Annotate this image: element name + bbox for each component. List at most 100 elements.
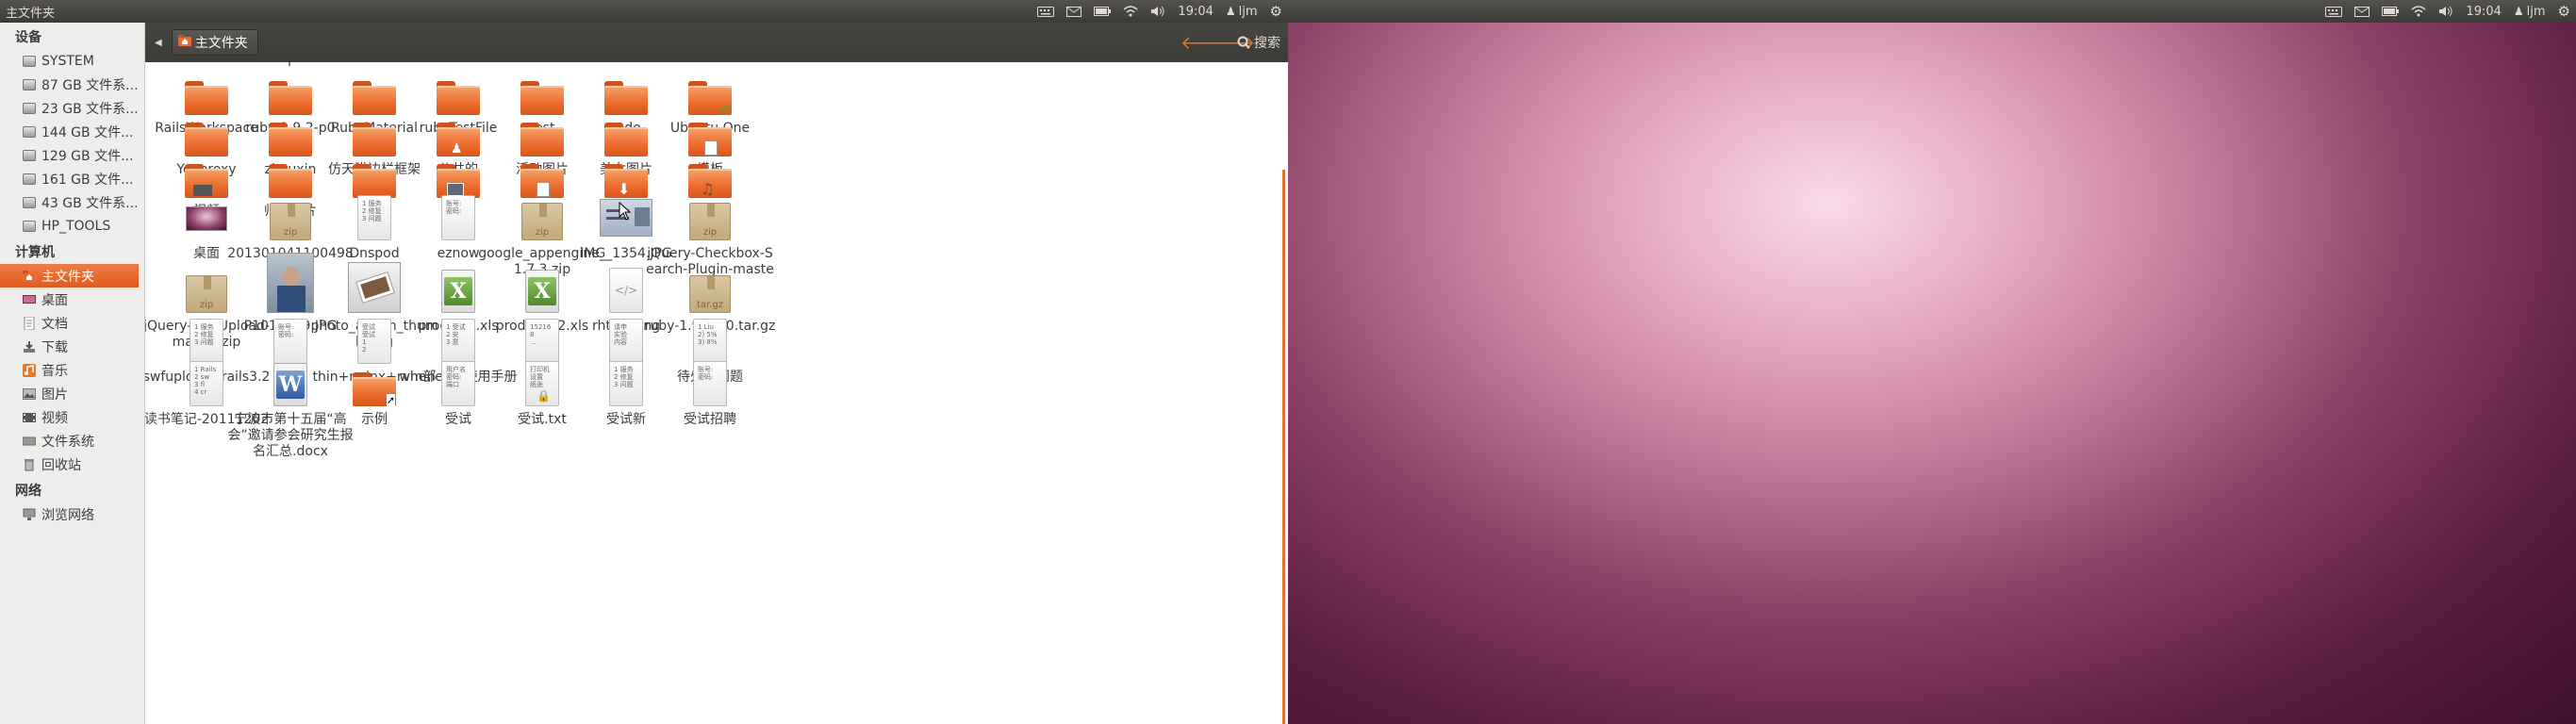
sidebar-item[interactable]: 图片 [0,382,144,405]
gear-icon[interactable]: ⚙ [2558,0,2570,23]
sidebar-item-label: HP_TOOLS [41,218,111,234]
clock-text[interactable]: 19:04 [1178,0,1213,23]
search-icon [1237,36,1250,49]
archive-type-label: zip [702,227,718,238]
breadcrumb-home[interactable]: 主文件夹 [171,29,258,56]
sidebar-item-label: 文档 [41,316,68,332]
music-icon [23,363,36,377]
sidebar-item[interactable]: 129 GB 文件... [0,143,144,167]
arrow-right-icon[interactable]: 🡒 [1207,32,1255,54]
filesystem-icon [22,435,37,448]
sidebar-item[interactable]: 回收站 [0,452,144,476]
user-menu[interactable]: ♟ ljm [2514,0,2546,23]
sidebar-item-label: 23 GB 文件系... [41,101,139,117]
file-view[interactable]: imgjQuery-Checkbox-Search-Plugin-masterj… [145,62,1288,724]
home-folder-icon [177,35,191,50]
sidebar-item-label: 43 GB 文件系... [41,195,139,211]
desktop-icon [23,293,36,306]
trash-icon [23,458,36,471]
drive-icon [23,149,36,162]
top-panel-right: 19:04 ♟ ljm ⚙ [1288,0,2576,23]
sidebar-item[interactable]: 桌面 [0,288,144,311]
sidebar-item-label: 回收站 [41,457,81,473]
file-manager-toolbar: ◀ 主文件夹 🡐 🡒 搜索 [145,23,1288,62]
documents-icon [23,316,36,330]
sidebar-item-label: 桌面 [41,292,68,308]
archive-icon: tar.gz [684,264,736,317]
drive-icon [23,102,36,115]
document-icon: 账号: 密码: [684,357,736,410]
mouse-cursor-icon [619,202,632,221]
battery-icon[interactable] [2382,0,2400,23]
window-title: 主文件夹 [6,6,56,21]
sidebar-header-devices: 设备 [15,30,41,45]
sidebar-header-computer: 计算机 [15,245,55,260]
sidebar-item[interactable]: HP_TOOLS [0,214,144,238]
wifi-icon[interactable] [1123,0,1138,23]
battery-icon[interactable] [1094,0,1112,23]
pictures-icon [23,387,36,401]
sidebar-item-label: 视频 [41,410,68,426]
arrow-left-icon[interactable]: 🡐 [1181,32,1229,54]
clock-text[interactable]: 19:04 [2466,0,2501,23]
drive-icon [23,125,36,139]
file-item[interactable]: 账号: 密码: 受试招聘 [639,357,781,428]
file-name: 受试招聘 [684,412,736,427]
sidebar-item[interactable]: 144 GB 文件... [0,120,144,143]
sidebar-item-label: SYSTEM [41,53,94,69]
sidebar-item[interactable]: 文件系统 [0,429,144,452]
mail-icon[interactable] [1066,0,1082,23]
volume-icon[interactable] [2438,0,2453,23]
toolbar-toggle-icon[interactable]: ◀ [155,38,162,48]
volume-icon[interactable] [1150,0,1165,23]
gear-icon[interactable]: ⚙ [1270,0,1282,23]
indicators-right: 19:04 ♟ ljm ⚙ [2313,0,2576,23]
drive-icon [23,196,36,209]
left-monitor: 主文件夹 19:04 ♟ ljm ⚙ ◀ 主文件夹 🡐 🡒 搜索 设备 SYST… [0,0,1288,724]
search-button[interactable]: 搜索 [1237,33,1280,52]
drive-icon [23,55,36,68]
keyboard-icon[interactable] [2325,0,2343,23]
mail-icon[interactable] [2354,0,2370,23]
home-folder-icon [23,270,36,283]
sidebar-item[interactable]: 主文件夹 [0,264,139,288]
breadcrumb-label: 主文件夹 [194,36,248,51]
indicators-left: 19:04 ♟ ljm ⚙ [1025,0,1288,23]
archive-icon: zip [684,191,736,244]
sidebar-item[interactable]: 视频 [0,405,144,429]
user-icon: ♟ [1225,5,1236,18]
sidebar-item[interactable]: 下载 [0,335,144,358]
user-icon: ♟ [2513,5,2524,18]
sidebar-item-label: 87 GB 文件系... [41,77,139,93]
drive-icon [23,220,36,233]
drive-icon [23,78,36,91]
drive-icon [23,173,36,186]
sidebar-item[interactable]: 43 GB 文件系... [0,190,144,214]
places-sidebar: 设备 SYSTEM 87 GB 文件系... 23 GB 文件系... 144 GB … [0,23,145,724]
search-label: 搜索 [1254,36,1280,51]
sidebar-item[interactable]: SYSTEM [0,49,144,73]
sidebar-item-label: 浏览网络 [41,507,94,523]
sidebar-item[interactable]: 音乐 [0,358,144,382]
sidebar-item-label: 图片 [41,387,68,403]
user-name: ljm [1238,4,1258,19]
sidebar-item[interactable]: 23 GB 文件系... [0,96,144,120]
desktop-screen: 主文件夹 19:04 ♟ ljm ⚙ ◀ 主文件夹 🡐 🡒 搜索 设备 SYST… [0,0,2576,724]
sidebar-item[interactable]: 161 GB 文件... [0,167,144,190]
user-menu[interactable]: ♟ ljm [1226,0,1258,23]
sidebar-item[interactable]: 文档 [0,311,144,335]
sidebar-item-label: 主文件夹 [41,269,94,285]
keyboard-icon[interactable] [1037,0,1055,23]
sidebar-item-label: 下载 [41,339,68,355]
videos-icon [23,411,36,424]
scrollbar[interactable] [1282,170,1285,724]
sidebar-header-network: 网络 [15,484,41,499]
archive-type-label: zip [199,300,214,310]
sidebar-item-label: 161 GB 文件... [41,172,134,188]
sidebar-item[interactable]: 87 GB 文件系... [0,73,144,96]
sidebar-item-label: 音乐 [41,363,68,379]
sidebar-item[interactable]: 浏览网络 [0,502,144,526]
wifi-icon[interactable] [2411,0,2426,23]
sidebar-item-label: 文件系统 [41,434,94,450]
archive-type-label: tar.gz [696,300,724,310]
